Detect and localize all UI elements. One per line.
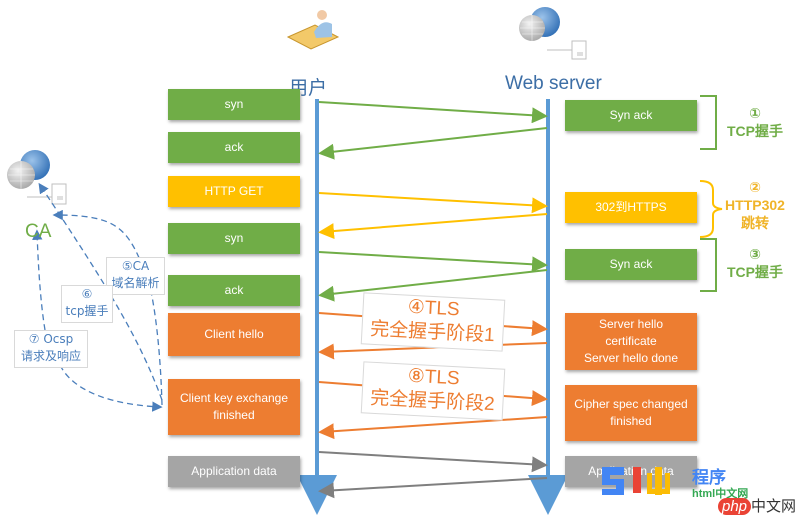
client-step-app-data: Application data [168,456,300,487]
phase-label-tls-stage-1: ④TLS 完全握手阶段1 [360,292,506,352]
arrow-http-get [318,192,548,214]
ca-step-ocsp: ⑦ Ocsp 请求及响应 [14,330,88,368]
arrow-syn-2 [318,251,548,273]
client-step-http-get: HTTP GET [168,176,300,207]
arrow-syn [318,101,548,124]
arrow-app-data-in [318,477,548,499]
arrow-syn-ack-2 [318,269,548,302]
server-step-302: 302到HTTPS [565,192,697,223]
server-step-server-hello: Server hello certificate Server hello do… [565,313,697,370]
web-server-icon [519,7,587,60]
client-step-ack: ack [168,132,300,163]
arrow-302 [318,213,548,240]
arrow-syn-ack [318,127,548,160]
phase-label-tcp-handshake-3: ③ TCP握手 [727,246,783,280]
ca-server-icon [7,150,67,205]
client-step-client-key-exchange: Client key exchange finished [168,379,300,435]
arrow-cipher-spec [318,416,548,440]
phase-label-http302: ② HTTP302 跳转 [725,179,785,231]
watermark: 程序 html中文网 php 中文网 [600,465,805,521]
ca-step-tcp: ⑥ tcp握手 [61,285,113,323]
server-step-cipher-spec: Cipher spec changed finished [565,385,697,441]
client-step-syn: syn [168,89,300,120]
client-step-client-hello: Client hello [168,313,300,356]
phase-bracket-2 [699,180,723,238]
server-step-syn-ack-2: Syn ack [565,249,697,280]
watermark-php-text: 中文网 [751,498,797,515]
phase-label-tcp-handshake-1: ① TCP握手 [727,105,783,139]
user-computer-icon [286,10,340,50]
client-step-ack-2: ack [168,275,300,306]
ca-step-dns: ⑤CA 域名解析 [106,257,165,295]
arrow-app-data-out [318,451,548,473]
server-actor-label: Web server [505,73,602,94]
server-step-syn-ack: Syn ack [565,100,697,131]
ca-actor-label: CA [25,221,52,242]
watermark-php: php 中文网 [718,495,796,516]
phase-bracket-3 [700,238,717,292]
phase-label-tls-stage-2: ⑧TLS 完全握手阶段2 [360,361,506,421]
phase-bracket-1 [700,95,717,150]
client-step-syn-2: syn [168,223,300,254]
watermark-php-badge: php [718,498,752,515]
